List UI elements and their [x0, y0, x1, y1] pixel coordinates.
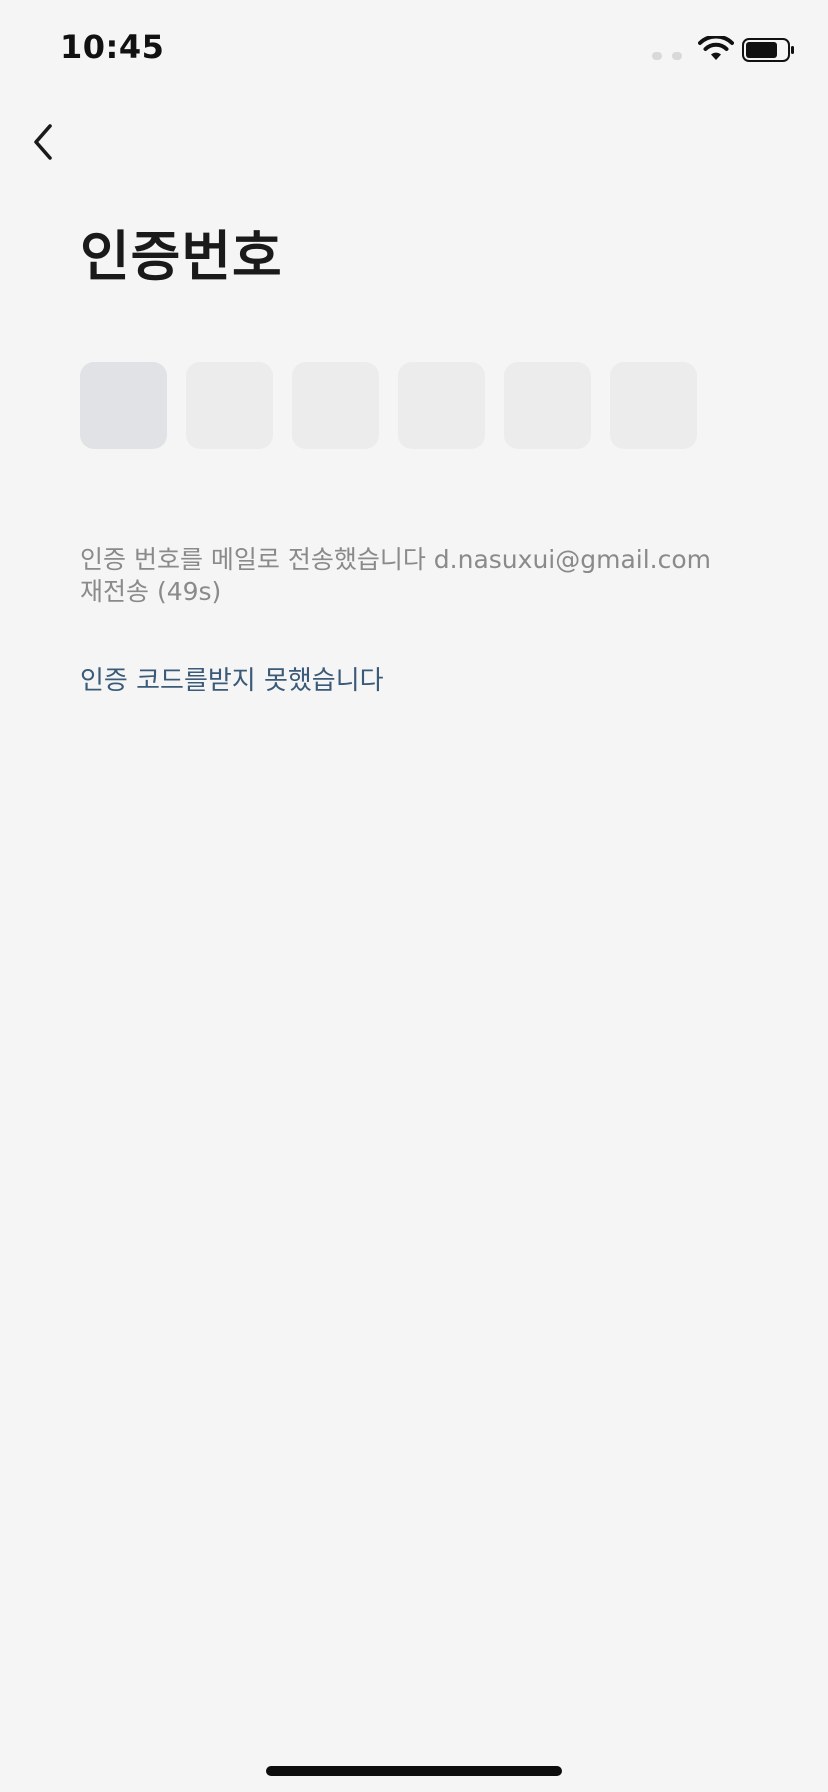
code-digit-3[interactable]	[292, 362, 379, 449]
back-button[interactable]	[20, 116, 80, 168]
code-digit-6[interactable]	[610, 362, 697, 449]
page-title: 인증번호	[80, 225, 283, 288]
home-indicator	[266, 1766, 562, 1776]
wifi-icon	[698, 36, 734, 60]
code-digit-4[interactable]	[398, 362, 485, 449]
recipient-email: d.nasuxui@gmail.com	[433, 545, 712, 574]
code-sent-message: 인증 번호를 메일로 전송했습니다 d.nasuxui@gmail.com 재전…	[80, 544, 740, 608]
status-time: 10:45	[60, 28, 165, 66]
verification-code-input	[80, 362, 697, 449]
status-bar: 10:45	[0, 0, 828, 100]
code-digit-5[interactable]	[504, 362, 591, 449]
code-sent-text: 인증 번호를 메일로 전송했습니다	[80, 545, 426, 574]
chevron-left-icon	[34, 124, 52, 160]
battery-icon	[742, 38, 794, 62]
resend-button[interactable]: 재전송 (49s)	[80, 577, 221, 606]
cellular-signal-icon	[652, 52, 682, 60]
no-code-received-link[interactable]: 인증 코드를받지 못했습니다	[80, 660, 384, 697]
code-digit-2[interactable]	[186, 362, 273, 449]
code-digit-1[interactable]	[80, 362, 167, 449]
